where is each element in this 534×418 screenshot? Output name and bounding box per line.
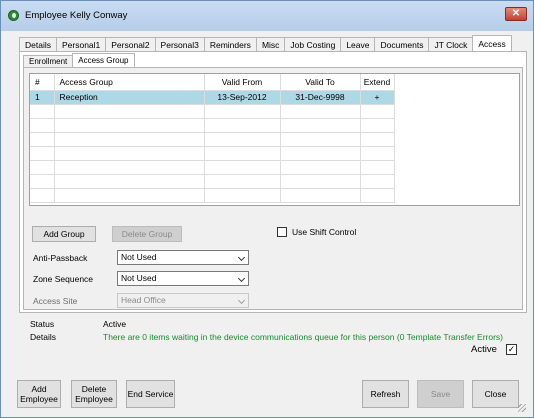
row-number: 1 [30, 90, 55, 105]
tab-personal1[interactable]: Personal1 [55, 37, 107, 52]
anti-passback-select[interactable]: Not Used [117, 250, 249, 265]
tab-documents[interactable]: Documents [374, 37, 430, 52]
active-label: Active [471, 344, 497, 355]
client-area: Details Personal1 Personal2 Personal3 Remind… [6, 31, 528, 414]
close-window-button[interactable]: ✕ [505, 7, 527, 21]
end-service-button[interactable]: End Service [126, 380, 175, 408]
table-row-empty [30, 146, 395, 161]
employee-window: Employee Kelly Conway ✕ Details Personal1… [0, 0, 534, 418]
zone-sequence-select[interactable]: Not Used [117, 271, 249, 286]
zone-sequence-label: Zone Sequence [33, 274, 94, 284]
app-logo-icon [8, 10, 19, 21]
tab-jt-clock[interactable]: JT Clock [428, 37, 474, 52]
main-tab-strip: Details Personal1 Personal2 Personal3 Remind… [19, 35, 512, 52]
close-button[interactable]: Close [472, 380, 519, 408]
table-row-empty [30, 104, 395, 119]
table-row-empty [30, 118, 395, 133]
access-site-label: Access Site [33, 296, 78, 306]
column-header-extend[interactable]: Extend [360, 74, 395, 91]
access-site-value: Head Office [121, 295, 166, 305]
row-access-group: Reception [54, 90, 205, 105]
save-button[interactable]: Save [417, 380, 464, 408]
subtab-access-group[interactable]: Access Group [72, 53, 135, 68]
chevron-down-icon [237, 296, 246, 305]
tab-reminders[interactable]: Reminders [203, 37, 257, 52]
access-group-panel: # Access Group Valid From Valid To Exten… [23, 67, 523, 310]
add-group-button[interactable]: Add Group [32, 226, 96, 242]
tab-access[interactable]: Access [472, 35, 512, 52]
active-checkbox[interactable]: ✓ [506, 344, 517, 355]
chevron-down-icon [237, 253, 246, 262]
status-label: Status [30, 319, 55, 329]
refresh-button[interactable]: Refresh [362, 380, 409, 408]
anti-passback-label: Anti-Passback [33, 253, 88, 263]
details-value: There are 0 items waiting in the device … [103, 332, 503, 342]
access-tab-panel: Enrollment Access Group # Access Group Va… [19, 51, 527, 313]
column-header-access-group[interactable]: Access Group [54, 74, 205, 91]
tab-personal2[interactable]: Personal2 [105, 37, 156, 52]
column-header-number[interactable]: # [30, 74, 55, 91]
grid-header-row: # Access Group Valid From Valid To Exten… [30, 74, 395, 91]
row-valid-to: 31-Dec-9998 [280, 90, 361, 105]
tab-personal3[interactable]: Personal3 [154, 37, 205, 52]
chevron-down-icon [237, 274, 246, 283]
window-title: Employee Kelly Conway [25, 10, 128, 21]
zone-sequence-value: Not Used [121, 273, 157, 283]
access-group-grid[interactable]: # Access Group Valid From Valid To Exten… [29, 73, 520, 206]
tab-misc[interactable]: Misc [255, 37, 286, 52]
anti-passback-value: Not Used [121, 252, 157, 262]
row-valid-from: 13-Sep-2012 [204, 90, 281, 105]
table-row-empty [30, 188, 395, 203]
add-employee-button[interactable]: Add Employee [17, 380, 61, 408]
column-header-valid-from[interactable]: Valid From [204, 74, 281, 91]
shift-control-checkbox[interactable] [277, 227, 287, 237]
resize-grip-icon[interactable] [518, 404, 526, 412]
tab-leave[interactable]: Leave [340, 37, 376, 52]
table-row[interactable]: 1 Reception 13-Sep-2012 31-Dec-9998 + [30, 90, 395, 105]
tab-job-costing[interactable]: Job Costing [284, 37, 342, 52]
title-bar[interactable]: Employee Kelly Conway ✕ [1, 1, 533, 31]
delete-group-button[interactable]: Delete Group [112, 226, 182, 242]
tab-details[interactable]: Details [19, 37, 57, 52]
table-row-empty [30, 132, 395, 147]
row-extend-button[interactable]: + [360, 90, 395, 105]
delete-employee-button[interactable]: Delete Employee [71, 380, 117, 408]
table-row-empty [30, 174, 395, 189]
details-label: Details [30, 332, 56, 342]
table-row-empty [30, 160, 395, 175]
access-site-select[interactable]: Head Office [117, 293, 249, 308]
shift-control-label: Use Shift Control [292, 227, 357, 237]
status-value: Active [103, 319, 127, 329]
column-header-valid-to[interactable]: Valid To [280, 74, 361, 91]
